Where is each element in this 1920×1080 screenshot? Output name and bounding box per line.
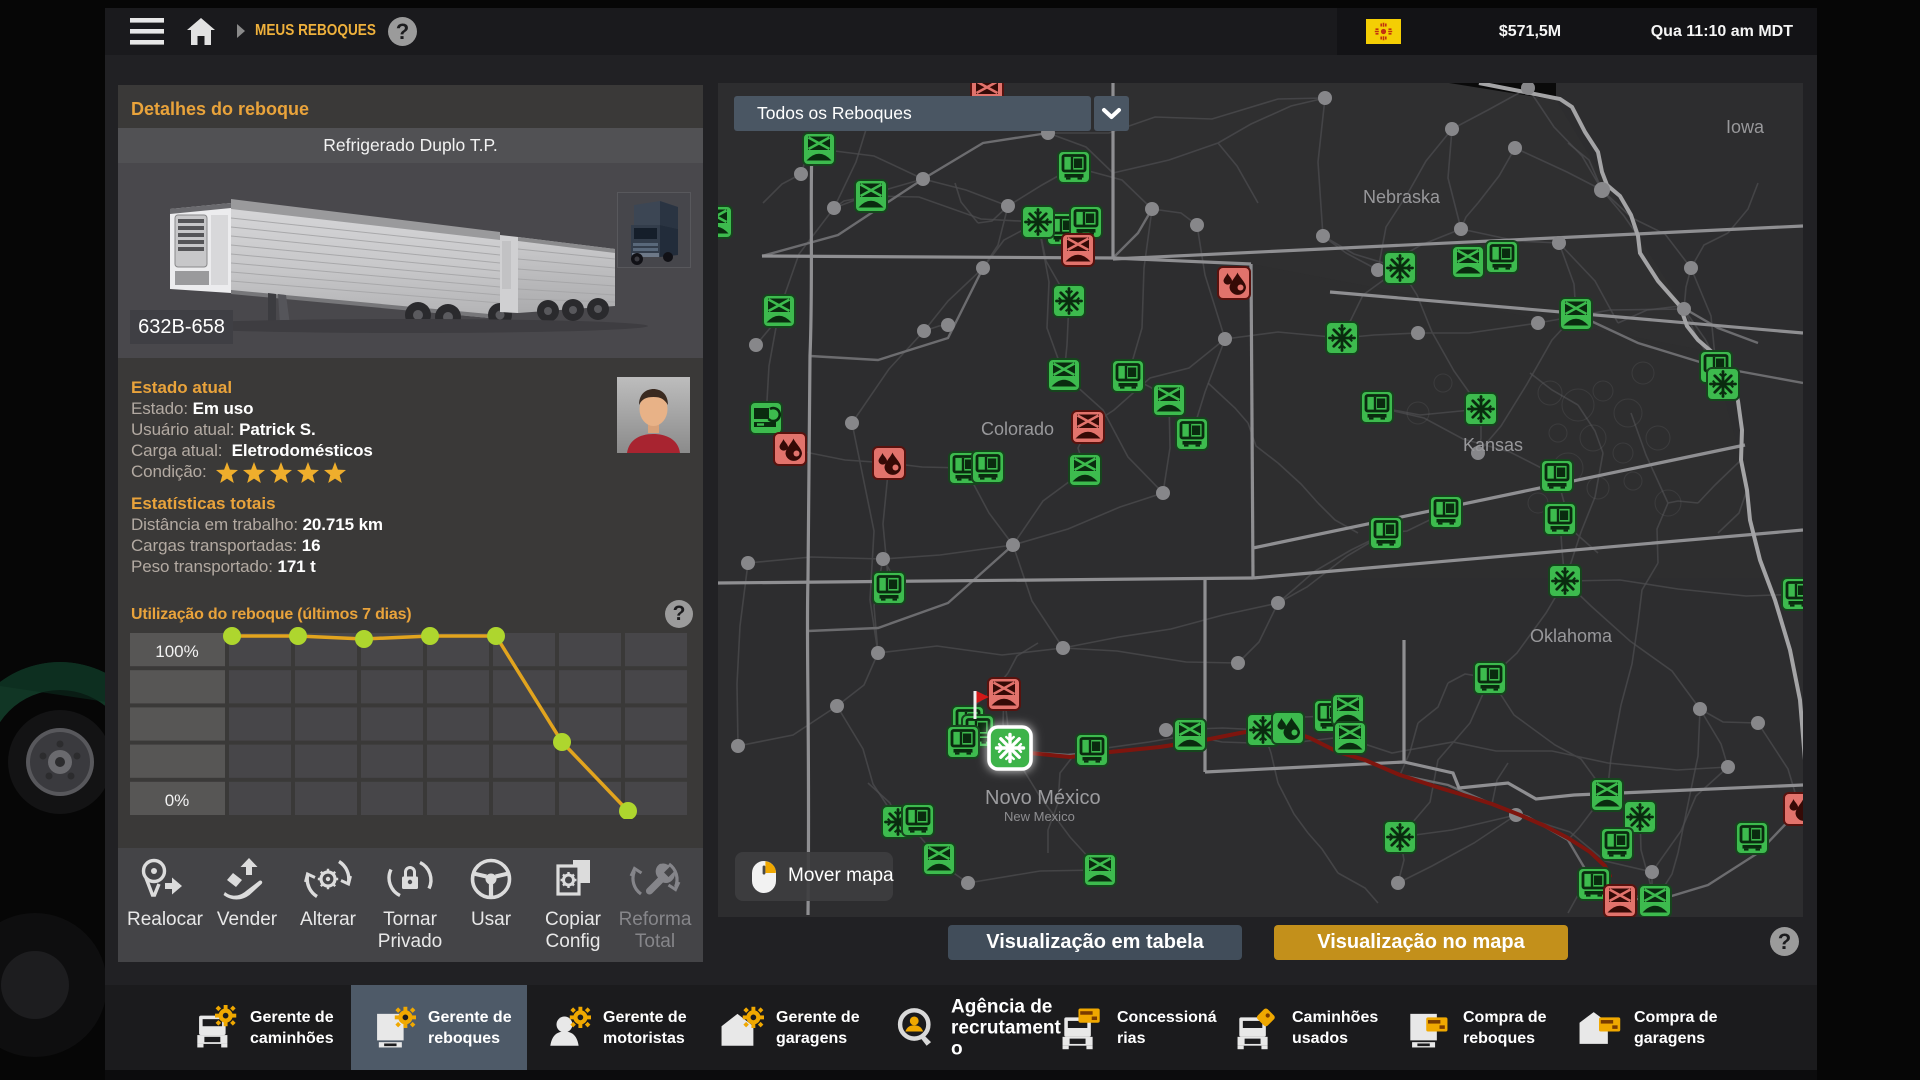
svg-text:New Mexico: New Mexico <box>1004 809 1075 824</box>
svg-text:Iowa: Iowa <box>1726 117 1765 137</box>
svg-text:Novo México: Novo México <box>985 787 1101 809</box>
svg-text:Colorado: Colorado <box>981 419 1054 439</box>
svg-text:100%: 100% <box>155 642 198 661</box>
svg-text:Oklahoma: Oklahoma <box>1530 626 1613 646</box>
svg-text:0%: 0% <box>165 791 190 810</box>
svg-text:Kansas: Kansas <box>1463 435 1523 455</box>
svg-text:Nebraska: Nebraska <box>1363 187 1441 207</box>
